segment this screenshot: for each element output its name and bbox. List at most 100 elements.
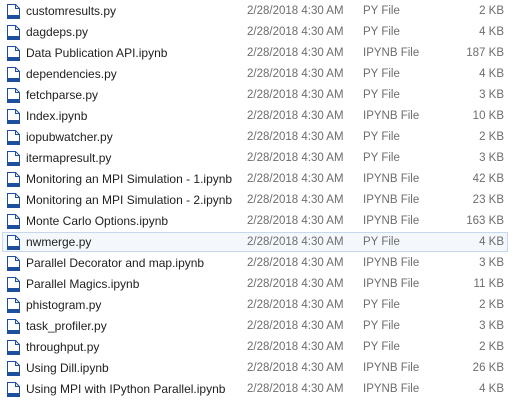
file-size: 3 KB xyxy=(479,257,504,269)
file-name: Using Dill.ipynb xyxy=(26,361,109,375)
file-type: PY File xyxy=(363,68,400,80)
file-type: PY File xyxy=(363,89,400,101)
file-name: phistogram.py xyxy=(26,298,102,312)
file-type: IPYNB File xyxy=(363,362,420,374)
file-type: IPYNB File xyxy=(363,110,420,122)
file-type: IPYNB File xyxy=(363,194,420,206)
file-date-modified: 2/28/2018 4:30 AM xyxy=(247,152,344,164)
file-row[interactable]: throughput.py 2/28/2018 4:30 AM PY File 2 K… xyxy=(2,337,508,357)
file-size: 42 KB xyxy=(472,173,504,185)
file-name: fetchparse.py xyxy=(26,88,99,102)
file-size: 23 KB xyxy=(472,194,504,206)
file-icon xyxy=(7,256,20,271)
file-date-modified: 2/28/2018 4:30 AM xyxy=(247,383,344,395)
file-row[interactable]: Index.ipynb 2/28/2018 4:30 AM IPYNB File 10… xyxy=(2,106,508,126)
file-icon xyxy=(7,67,20,82)
file-icon xyxy=(7,298,20,313)
file-icon xyxy=(7,382,20,397)
file-row[interactable]: dagdeps.py 2/28/2018 4:30 AM PY File 4 KB xyxy=(2,22,508,42)
file-type: IPYNB File xyxy=(363,173,420,185)
file-row[interactable]: Parallel Decorator and map.ipynb 2/28/201… xyxy=(2,253,508,273)
file-row[interactable]: Data Publication API.ipynb 2/28/2018 4:30… xyxy=(2,43,508,63)
file-size: 2 KB xyxy=(479,341,504,353)
file-size: 11 KB xyxy=(473,278,504,290)
file-name: Parallel Magics.ipynb xyxy=(26,277,140,291)
file-type: PY File xyxy=(363,236,400,248)
file-size: 4 KB xyxy=(479,26,504,38)
file-row[interactable]: Monitoring an MPI Simulation - 2.ipynb 2/… xyxy=(2,190,508,210)
file-date-modified: 2/28/2018 4:30 AM xyxy=(247,5,344,17)
file-size: 3 KB xyxy=(479,152,504,164)
file-list: customresults.py 2/28/2018 4:30 AM PY File… xyxy=(0,0,524,400)
file-icon xyxy=(7,130,20,145)
file-icon xyxy=(7,214,20,229)
file-name: customresults.py xyxy=(26,4,117,18)
file-size: 163 KB xyxy=(466,215,504,227)
file-row[interactable]: Using Dill.ipynb 2/28/2018 4:30 AM IPYNB F… xyxy=(2,358,508,378)
file-name: throughput.py xyxy=(26,340,100,354)
file-icon xyxy=(7,235,20,250)
file-row[interactable]: Parallel Magics.ipynb 2/28/2018 4:30 AM IP… xyxy=(2,274,508,294)
file-size: 187 KB xyxy=(466,47,504,59)
file-name: task_profiler.py xyxy=(26,319,107,333)
file-row[interactable]: Using MPI with IPython Parallel.ipynb 2/2… xyxy=(2,379,508,399)
file-row[interactable]: Monitoring an MPI Simulation - 1.ipynb 2/… xyxy=(2,169,508,189)
file-icon xyxy=(7,340,20,355)
file-row[interactable]: dependencies.py 2/28/2018 4:30 AM PY File 4… xyxy=(2,64,508,84)
file-type: IPYNB File xyxy=(363,215,420,227)
file-date-modified: 2/28/2018 4:30 AM xyxy=(247,257,344,269)
file-date-modified: 2/28/2018 4:30 AM xyxy=(247,131,344,143)
file-size: 4 KB xyxy=(479,236,504,248)
file-size: 10 KB xyxy=(472,110,504,122)
file-name: nwmerge.py xyxy=(26,235,92,249)
file-size: 2 KB xyxy=(479,299,504,311)
file-name: Using MPI with IPython Parallel.ipynb xyxy=(26,382,226,396)
file-row[interactable]: customresults.py 2/28/2018 4:30 AM PY File… xyxy=(2,1,508,21)
file-date-modified: 2/28/2018 4:30 AM xyxy=(247,236,344,248)
file-name: dependencies.py xyxy=(26,67,117,81)
file-type: PY File xyxy=(363,320,400,332)
file-icon xyxy=(7,46,20,61)
file-date-modified: 2/28/2018 4:30 AM xyxy=(247,194,344,206)
file-size: 3 KB xyxy=(479,89,504,101)
file-type: IPYNB File xyxy=(363,257,420,269)
file-size: 26 KB xyxy=(472,362,504,374)
file-date-modified: 2/28/2018 4:30 AM xyxy=(247,278,344,290)
file-name: Parallel Decorator and map.ipynb xyxy=(26,256,205,270)
file-type: PY File xyxy=(363,131,400,143)
file-row[interactable]: nwmerge.py 2/28/2018 4:30 AM PY File 4 KB xyxy=(2,232,508,252)
file-row[interactable]: itermapresult.py 2/28/2018 4:30 AM PY File… xyxy=(2,148,508,168)
file-name: Data Publication API.ipynb xyxy=(26,46,168,60)
file-date-modified: 2/28/2018 4:30 AM xyxy=(247,215,344,227)
file-type: PY File xyxy=(363,152,400,164)
file-date-modified: 2/28/2018 4:30 AM xyxy=(247,26,344,38)
file-icon xyxy=(7,319,20,334)
file-date-modified: 2/28/2018 4:30 AM xyxy=(247,68,344,80)
file-name: Monte Carlo Options.ipynb xyxy=(26,214,169,228)
file-type: IPYNB File xyxy=(363,383,420,395)
file-icon xyxy=(7,88,20,103)
file-icon xyxy=(7,193,20,208)
file-name: itermapresult.py xyxy=(26,151,112,165)
file-date-modified: 2/28/2018 4:30 AM xyxy=(247,341,344,353)
file-date-modified: 2/28/2018 4:30 AM xyxy=(247,362,344,374)
file-size: 4 KB xyxy=(479,383,504,395)
file-icon xyxy=(7,277,20,292)
file-icon xyxy=(7,361,20,376)
file-row[interactable]: task_profiler.py 2/28/2018 4:30 AM PY File… xyxy=(2,316,508,336)
file-date-modified: 2/28/2018 4:30 AM xyxy=(247,299,344,311)
file-row[interactable]: phistogram.py 2/28/2018 4:30 AM PY File 2 K… xyxy=(2,295,508,315)
file-size: 3 KB xyxy=(479,320,504,332)
file-row[interactable]: iopubwatcher.py 2/28/2018 4:30 AM PY File 2… xyxy=(2,127,508,147)
file-row[interactable]: fetchparse.py 2/28/2018 4:30 AM PY File 3 K… xyxy=(2,85,508,105)
file-date-modified: 2/28/2018 4:30 AM xyxy=(247,110,344,122)
file-type: IPYNB File xyxy=(363,278,420,290)
file-date-modified: 2/28/2018 4:30 AM xyxy=(247,173,344,185)
file-date-modified: 2/28/2018 4:30 AM xyxy=(247,320,344,332)
file-icon xyxy=(7,151,20,166)
file-row[interactable]: Monte Carlo Options.ipynb 2/28/2018 4:30 … xyxy=(2,211,508,231)
file-date-modified: 2/28/2018 4:30 AM xyxy=(247,47,344,59)
file-size: 2 KB xyxy=(479,131,504,143)
file-name: Monitoring an MPI Simulation - 2.ipynb xyxy=(26,193,233,207)
file-size: 4 KB xyxy=(479,68,504,80)
